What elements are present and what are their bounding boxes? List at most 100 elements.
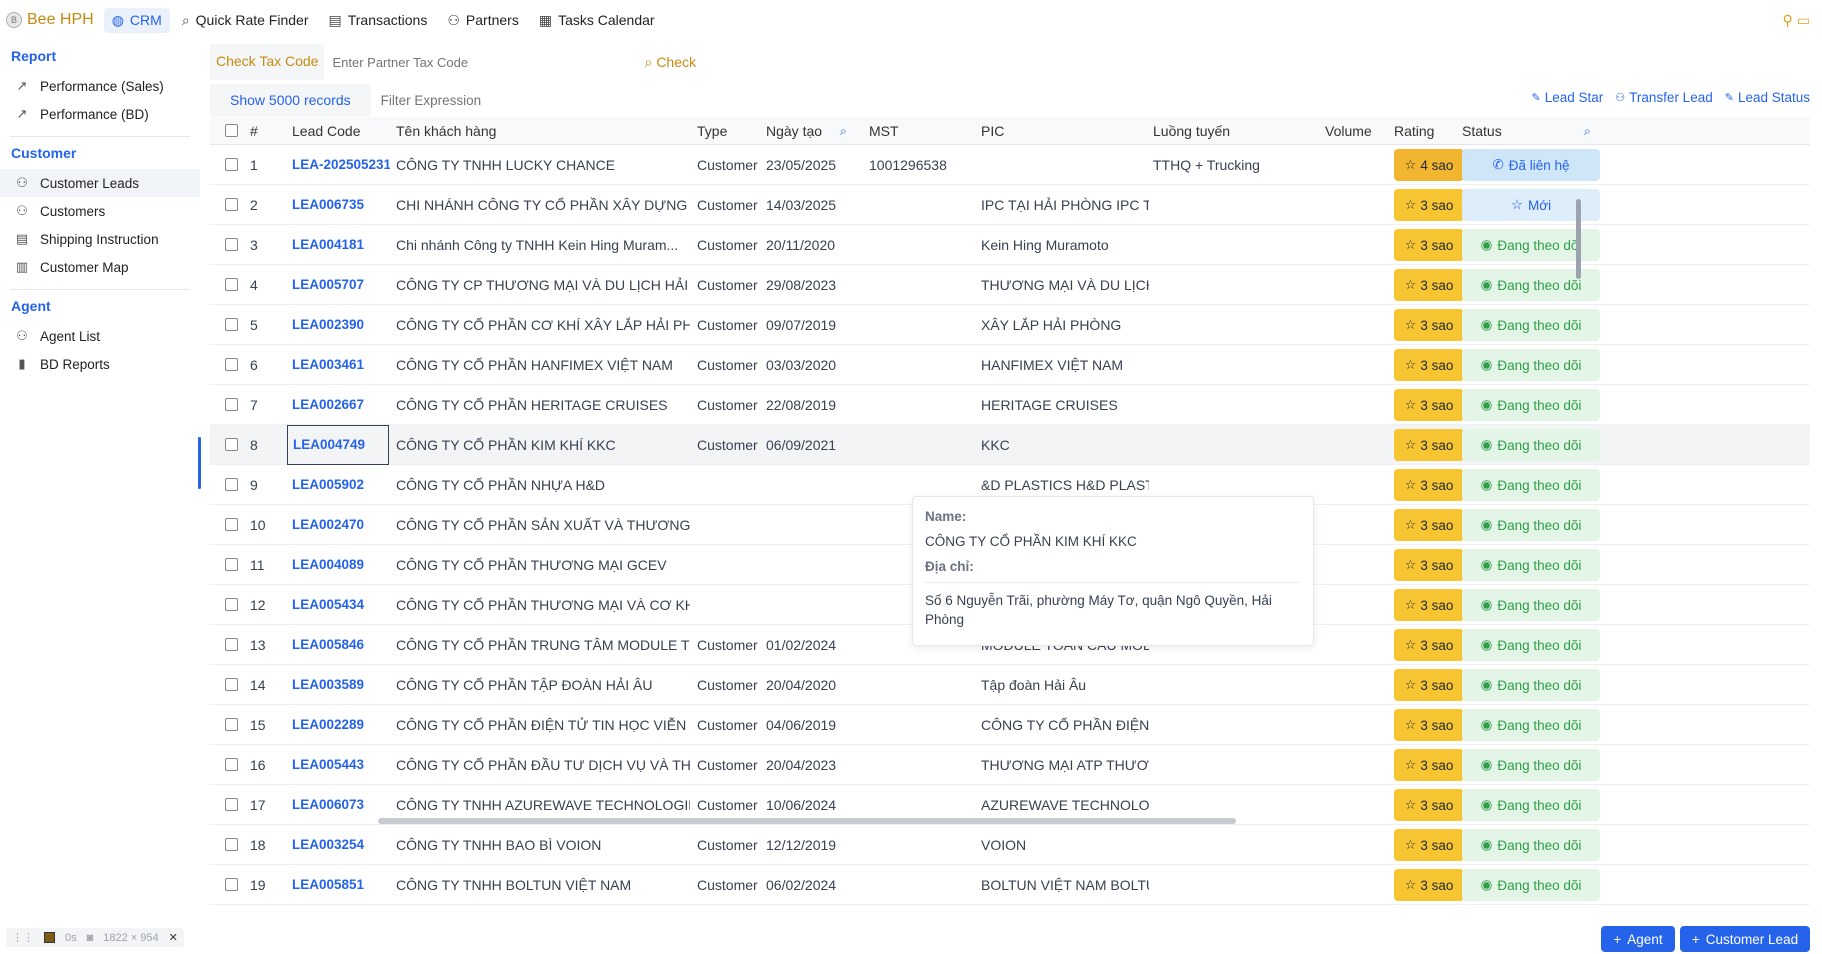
status-badge[interactable]: ◉ Đang theo dõi [1462, 749, 1600, 781]
row-checkbox[interactable] [225, 198, 238, 211]
status-badge[interactable]: ◉ Đang theo dõi [1462, 389, 1600, 421]
column-header-customer-name[interactable]: Tên khách hàng [396, 117, 496, 145]
table-row[interactable]: 19 LEA005851 CÔNG TY TNHH BOLTUN VIỆT NAM C… [210, 865, 1810, 905]
rating-badge[interactable]: ☆ 3 sao [1394, 629, 1464, 661]
check-button[interactable]: ⌕ Check [644, 54, 696, 71]
lead-code-link[interactable]: LEA-202505231 [292, 145, 390, 185]
sidebar-item-customer-map[interactable]: ▥ Customer Map [0, 253, 200, 281]
sidebar-item-bd-reports[interactable]: ▮ BD Reports [0, 350, 200, 378]
rating-badge[interactable]: ☆ 3 sao [1394, 789, 1464, 821]
stop-icon[interactable] [44, 932, 55, 943]
status-badge[interactable]: ◉ Đang theo dõi [1462, 509, 1600, 541]
row-checkbox[interactable] [225, 558, 238, 571]
row-checkbox[interactable] [225, 718, 238, 731]
lead-status-button[interactable]: ✎ Lead Status [1725, 90, 1810, 105]
row-checkbox[interactable] [225, 598, 238, 611]
lead-code-link[interactable]: LEA006735 [292, 185, 390, 225]
horizontal-scrollbar[interactable] [378, 818, 1236, 824]
table-row[interactable]: 5 LEA002390 CÔNG TY CỔ PHẦN CƠ KHÍ XÂY LẮP… [210, 305, 1810, 345]
column-header-type[interactable]: Type [697, 117, 727, 145]
column-header-pic[interactable]: PIC [981, 117, 1004, 145]
rating-badge[interactable]: ☆ 3 sao [1394, 349, 1464, 381]
lead-code-link[interactable]: LEA005443 [292, 745, 390, 785]
column-header-route[interactable]: Luồng tuyến [1153, 117, 1230, 145]
status-badge[interactable]: ◉ Đang theo dõi [1462, 789, 1600, 821]
table-row[interactable]: 7 LEA002667 CÔNG TY CỔ PHẦN HERITAGE CRUIS… [210, 385, 1810, 425]
table-row[interactable]: 18 LEA003254 CÔNG TY TNHH BAO BÌ VOION Cust… [210, 825, 1810, 865]
lead-star-button[interactable]: ✎ Lead Star [1532, 90, 1604, 105]
lead-code-link[interactable]: LEA004181 [292, 225, 390, 265]
sidebar-item-performance-sales[interactable]: ↗ Performance (Sales) [0, 72, 200, 100]
camera-icon[interactable]: ◙ [87, 932, 94, 944]
show-records-button[interactable]: Show 5000 records [210, 84, 371, 116]
column-header-lead-code[interactable]: Lead Code [292, 117, 361, 145]
lead-code-link[interactable]: LEA005902 [292, 465, 390, 505]
status-badge[interactable]: ◉ Đang theo dõi [1462, 829, 1600, 861]
status-badge[interactable]: ◉ Đang theo dõi [1462, 589, 1600, 621]
rating-badge[interactable]: ☆ 3 sao [1394, 469, 1464, 501]
lead-code-link[interactable]: LEA002289 [292, 705, 390, 745]
add-agent-button[interactable]: + Agent [1601, 926, 1675, 952]
rating-badge[interactable]: ☆ 3 sao [1394, 509, 1464, 541]
lead-code-link[interactable]: LEA002390 [292, 305, 390, 345]
brand[interactable]: B Bee HPH [0, 11, 104, 29]
status-badge[interactable]: ◉ Đang theo dõi [1462, 629, 1600, 661]
row-checkbox[interactable] [225, 798, 238, 811]
rating-badge[interactable]: ☆ 3 sao [1394, 869, 1464, 901]
rating-badge[interactable]: ☆ 3 sao [1394, 829, 1464, 861]
nav-partners[interactable]: ⚇ Partners [439, 8, 526, 33]
row-checkbox[interactable] [225, 358, 238, 371]
table-row[interactable]: 3 LEA004181 Chi nhánh Công ty TNHH Kein Hi… [210, 225, 1810, 265]
lead-code-link[interactable]: LEA003254 [292, 825, 390, 865]
row-checkbox[interactable] [225, 318, 238, 331]
chat-icon[interactable]: ▭ [1797, 12, 1810, 29]
status-badge[interactable]: ◉ Đang theo dõi [1462, 309, 1600, 341]
lead-code-link[interactable]: LEA005851 [292, 865, 390, 905]
sidebar-item-customers[interactable]: ⚇ Customers [0, 197, 200, 225]
nav-crm[interactable]: ◍ CRM [103, 7, 170, 33]
column-header-volume[interactable]: Volume [1325, 117, 1372, 145]
rating-badge[interactable]: ☆ 3 sao [1394, 269, 1464, 301]
status-badge[interactable]: ◉ Đang theo dõi [1462, 349, 1600, 381]
sidebar-item-performance-bd[interactable]: ↗ Performance (BD) [0, 100, 200, 128]
date-filter-search-icon[interactable]: ⌕ [840, 117, 847, 145]
column-header-rating[interactable]: Rating [1394, 117, 1434, 145]
rating-badge[interactable]: ☆ 3 sao [1394, 189, 1464, 221]
status-badge[interactable]: ◉ Đang theo dõi [1462, 429, 1600, 461]
status-badge[interactable]: ✆ Đã liên hệ [1462, 149, 1600, 181]
lead-code-link[interactable]: LEA003589 [292, 665, 390, 705]
table-row[interactable]: 4 LEA005707 CÔNG TY CP THƯƠNG MẠI VÀ DU LỊ… [210, 265, 1810, 305]
lead-code-link[interactable]: LEA005434 [292, 585, 390, 625]
row-checkbox[interactable] [225, 398, 238, 411]
row-checkbox[interactable] [225, 878, 238, 891]
rating-badge[interactable]: ☆ 3 sao [1394, 669, 1464, 701]
row-checkbox[interactable] [225, 758, 238, 771]
vertical-scrollbar[interactable] [1576, 199, 1581, 279]
lead-code-link[interactable]: LEA005846 [292, 625, 390, 665]
sidebar-item-shipping-instruction[interactable]: ▤ Shipping Instruction [0, 225, 200, 253]
row-checkbox[interactable] [225, 238, 238, 251]
table-row[interactable]: 8 LEA004749 CÔNG TY CỔ PHẦN KIM KHÍ KKC Cus… [210, 425, 1810, 465]
close-icon[interactable]: ✕ [169, 931, 178, 944]
status-filter-search-icon[interactable]: ⌕ [1584, 117, 1591, 145]
tax-code-input[interactable] [324, 54, 645, 70]
row-checkbox[interactable] [225, 158, 238, 171]
row-checkbox[interactable] [225, 438, 238, 451]
status-badge[interactable]: ◉ Đang theo dõi [1462, 869, 1600, 901]
lead-code-link[interactable]: LEA005707 [292, 265, 390, 305]
nav-quick-rate-finder[interactable]: ⌕ Quick Rate Finder [174, 8, 317, 33]
sidebar-item-agent-list[interactable]: ⚇ Agent List [0, 322, 200, 350]
rating-badge[interactable]: ☆ 3 sao [1394, 429, 1464, 461]
row-checkbox[interactable] [225, 638, 238, 651]
rating-badge[interactable]: ☆ 3 sao [1394, 749, 1464, 781]
status-badge[interactable]: ◉ Đang theo dõi [1462, 709, 1600, 741]
column-header-status[interactable]: Status [1462, 117, 1502, 145]
sidebar-item-customer-leads[interactable]: ⚇ Customer Leads [0, 169, 200, 197]
select-all-checkbox[interactable] [225, 124, 238, 137]
lead-code-link[interactable]: LEA002667 [292, 385, 390, 425]
row-checkbox[interactable] [225, 678, 238, 691]
status-badge[interactable]: ◉ Đang theo dõi [1462, 669, 1600, 701]
table-row[interactable]: 14 LEA003589 CÔNG TY CỔ PHẦN TẬP ĐOÀN HẢI … [210, 665, 1810, 705]
transfer-lead-button[interactable]: ⚇ Transfer Lead [1615, 90, 1712, 105]
status-badge[interactable]: ◉ Đang theo dõi [1462, 549, 1600, 581]
